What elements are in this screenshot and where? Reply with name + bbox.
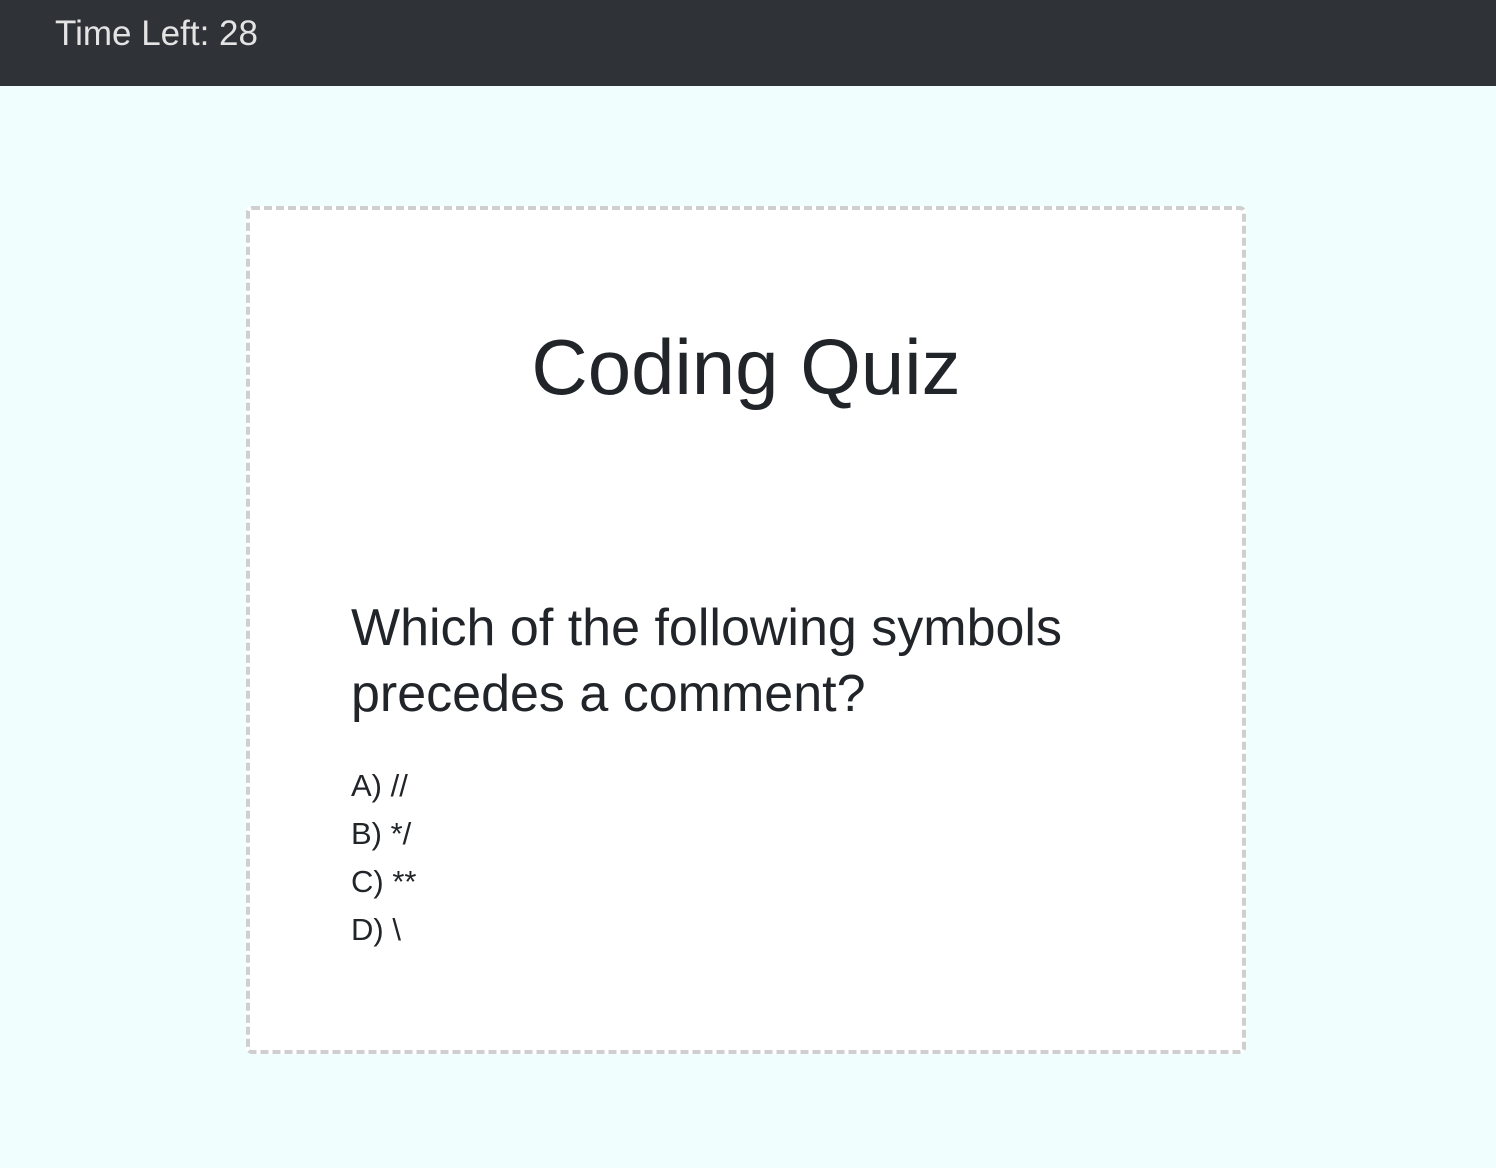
answer-option-d[interactable]: D) \: [351, 906, 416, 954]
answer-option-c[interactable]: C) **: [351, 858, 416, 906]
top-navbar: Time Left: 28: [0, 0, 1496, 86]
answer-option-b[interactable]: B) */: [351, 810, 416, 858]
time-left-display: Time Left: 28: [55, 14, 258, 53]
question-text: Which of the following symbols precedes …: [351, 599, 1062, 723]
answer-option-a[interactable]: A) //: [351, 762, 416, 810]
quiz-title: Coding Quiz: [531, 323, 961, 411]
quiz-card: Coding Quiz Which of the following symbo…: [246, 206, 1246, 1054]
answer-list: A) // B) */ C) ** D) \: [351, 762, 416, 954]
